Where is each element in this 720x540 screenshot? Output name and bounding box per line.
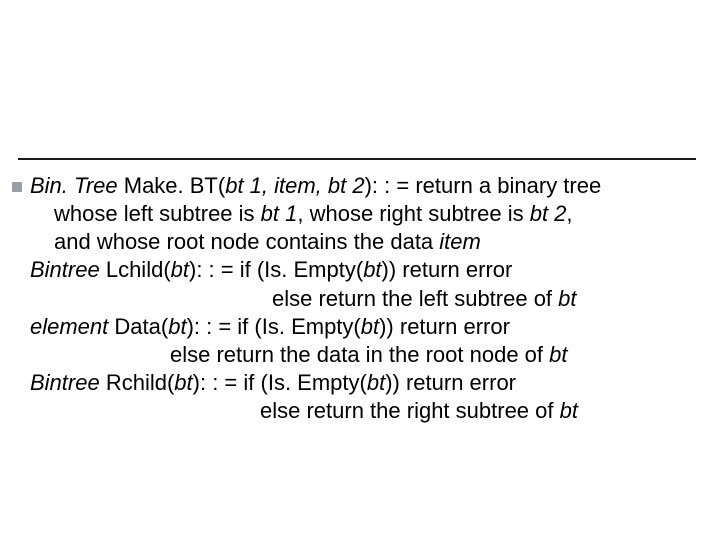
data-else: else return the data in the root node of…	[30, 341, 700, 369]
fn-tail: ): : = return a binary tree	[365, 173, 602, 198]
lchild-line1: Bintree Lchild(bt): : = if (Is. Empty(bt…	[30, 256, 700, 284]
type-label: Bintree	[30, 370, 100, 395]
text: ,	[566, 201, 572, 226]
arg: bt	[363, 257, 381, 282]
fn-name: Rchild(	[100, 370, 175, 395]
text: else return the left subtree of	[272, 286, 558, 311]
rchild-else: else return the right subtree of bt	[30, 397, 700, 425]
fn-args: bt 1, item, bt 2	[225, 173, 364, 198]
text: else return the data in the root node of	[170, 342, 549, 367]
fn-name: Data(	[108, 314, 168, 339]
rchild-line1: Bintree Rchild(bt): : = if (Is. Empty(bt…	[30, 369, 700, 397]
fn-name: Lchild(	[100, 257, 171, 282]
arg: bt	[168, 314, 186, 339]
arg: bt	[549, 342, 567, 367]
text: ): : = if (Is. Empty(	[189, 257, 363, 282]
arg: bt	[558, 286, 576, 311]
text: whose left subtree is	[54, 201, 261, 226]
text: ): : = if (Is. Empty(	[193, 370, 367, 395]
arg: bt	[367, 370, 385, 395]
text: )) return error	[379, 314, 510, 339]
lchild-else: else return the left subtree of bt	[30, 285, 700, 313]
text: )) return error	[385, 370, 516, 395]
text: )) return error	[382, 257, 513, 282]
text: , whose right subtree is	[297, 201, 529, 226]
arg: bt	[560, 398, 578, 423]
arg: bt 1	[261, 201, 298, 226]
fn-name: Make. BT(	[118, 173, 226, 198]
slide: Bin. Tree Make. BT(bt 1, item, bt 2): : …	[0, 0, 720, 540]
arg: bt 2	[530, 201, 567, 226]
bullet-icon	[12, 182, 22, 192]
arg: bt	[174, 370, 192, 395]
arg: bt	[171, 257, 189, 282]
data-line1: element Data(bt): : = if (Is. Empty(bt))…	[30, 313, 700, 341]
arg: bt	[361, 314, 379, 339]
makebt-line3: and whose root node contains the data it…	[30, 228, 700, 256]
type-label: Bintree	[30, 257, 100, 282]
text: ): : = if (Is. Empty(	[187, 314, 361, 339]
horizontal-rule	[18, 158, 696, 160]
makebt-line2: whose left subtree is bt 1, whose right …	[30, 200, 700, 228]
slide-text: Bin. Tree Make. BT(bt 1, item, bt 2): : …	[30, 172, 700, 425]
type-label: Bin. Tree	[30, 173, 118, 198]
type-label: element	[30, 314, 108, 339]
makebt-line1: Bin. Tree Make. BT(bt 1, item, bt 2): : …	[30, 172, 700, 200]
text: and whose root node contains the data	[54, 229, 439, 254]
text: else return the right subtree of	[260, 398, 560, 423]
arg: item	[439, 229, 481, 254]
